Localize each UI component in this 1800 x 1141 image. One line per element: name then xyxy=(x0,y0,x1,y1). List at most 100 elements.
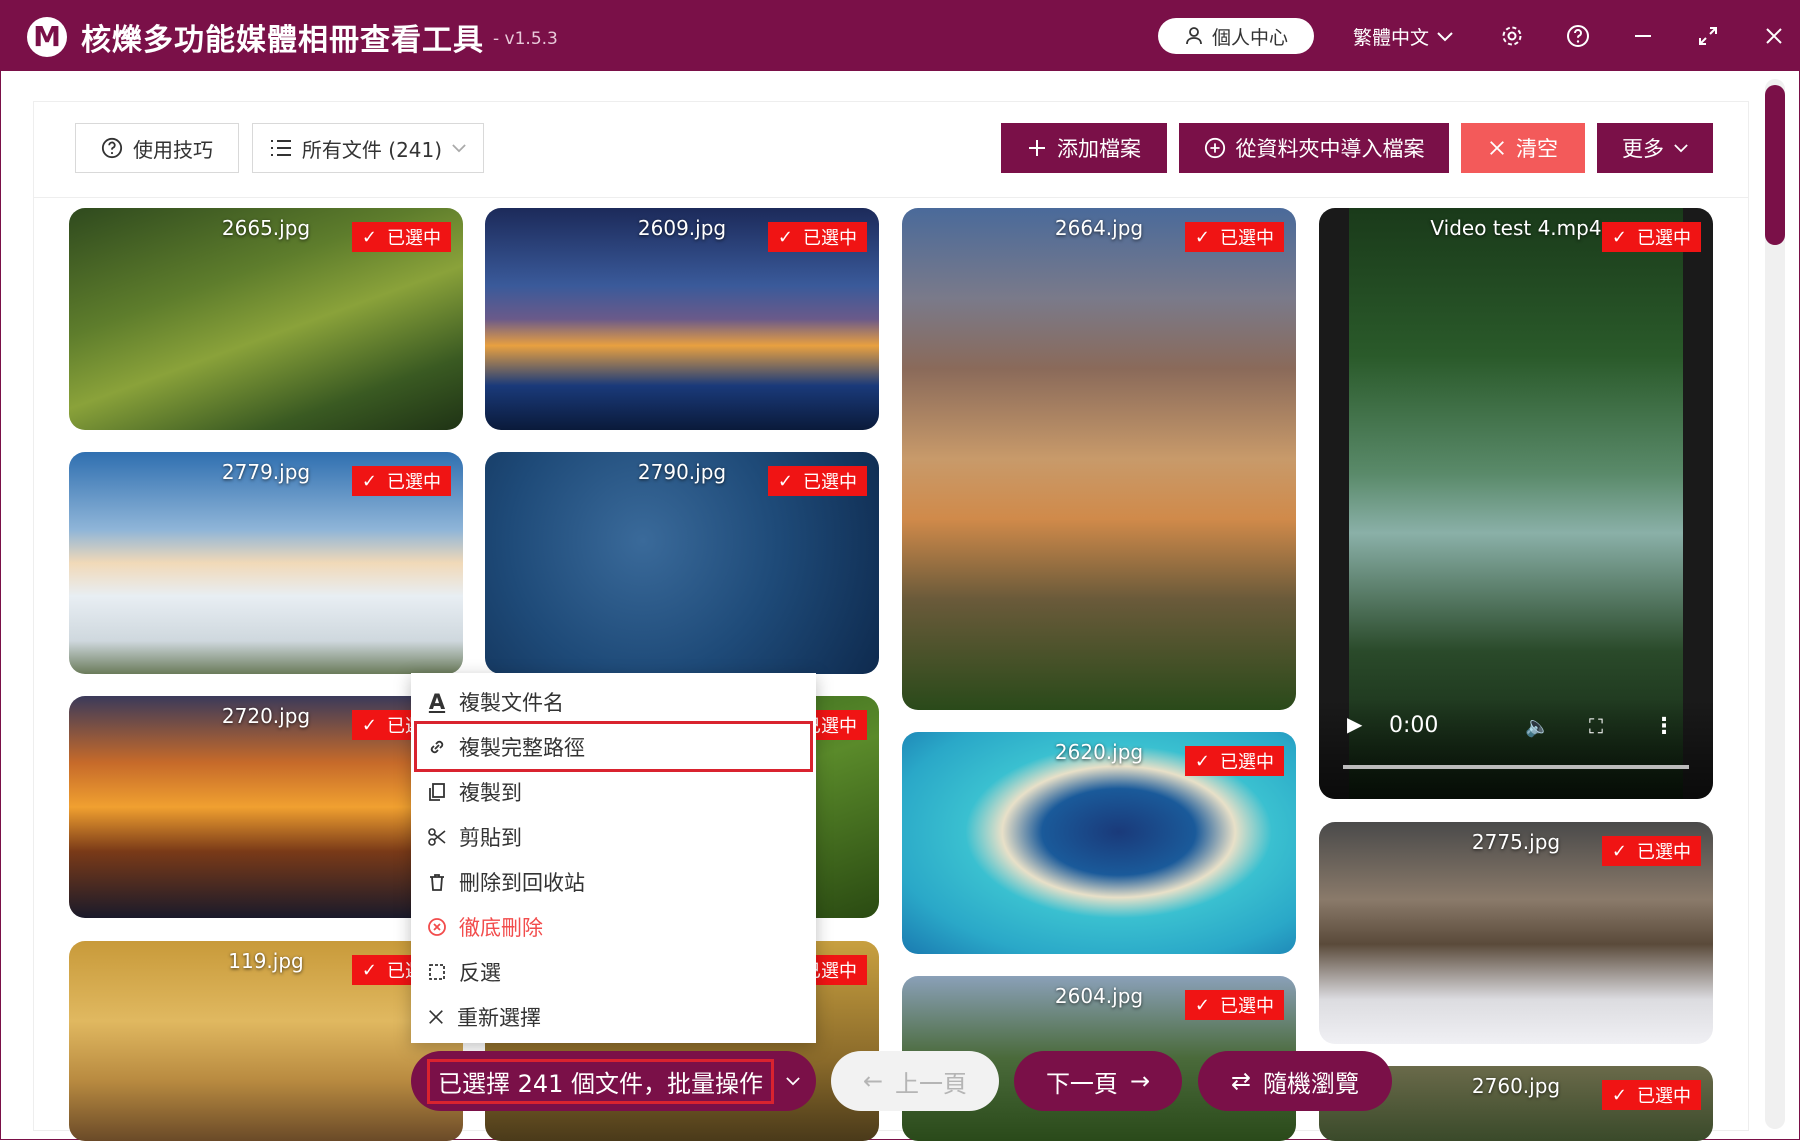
thumbnail-card[interactable]: 2775.jpg ✓ 已選中 xyxy=(1319,822,1713,1044)
expand-icon xyxy=(1699,27,1717,45)
mute-icon[interactable]: 🔈 xyxy=(1525,714,1550,738)
chevron-down-icon xyxy=(1437,31,1453,41)
menu-item-copy-filename[interactable]: A 複製文件名 xyxy=(411,679,816,724)
selected-badge[interactable]: ✓ 已選中 xyxy=(351,222,451,252)
arrow-right-icon: → xyxy=(1129,1067,1151,1095)
plus-icon xyxy=(1029,140,1045,156)
clear-label: 清空 xyxy=(1516,137,1558,161)
add-file-label: 添加檔案 xyxy=(1057,137,1141,161)
menu-item-delete-permanently[interactable]: 徹底刪除 xyxy=(411,904,816,949)
close-window-button[interactable] xyxy=(1759,21,1789,51)
selected-badge[interactable]: ✓ 已選中 xyxy=(1184,990,1284,1020)
check-icon: ✓ xyxy=(361,959,377,981)
selected-badge-label: 已選中 xyxy=(803,472,857,493)
thumbnail-card[interactable]: 119.jpg ✓已選中 xyxy=(69,941,463,1141)
language-label: 繁體中文 xyxy=(1353,27,1430,49)
app-title: 核爍多功能媒體相冊查看工具 xyxy=(81,23,484,58)
menu-item-invert-selection[interactable]: 反選 xyxy=(411,949,816,994)
fullscreen-icon[interactable]: ⛶ xyxy=(1589,714,1603,738)
copy-icon xyxy=(429,782,445,801)
prev-page-button[interactable]: ← 上一頁 xyxy=(831,1051,999,1111)
video-progress-bar[interactable] xyxy=(1343,765,1689,769)
selected-badge[interactable]: ✓ 已選中 xyxy=(1601,836,1701,866)
next-page-label: 下一頁 xyxy=(1045,1069,1118,1098)
link-icon xyxy=(430,740,444,753)
app-logo: M xyxy=(27,17,67,57)
check-icon: ✓ xyxy=(361,226,377,248)
thumbnail-card[interactable]: 2664.jpg ✓ 已選中 xyxy=(902,208,1296,710)
play-button[interactable]: ▶ xyxy=(1347,712,1362,736)
import-folder-label: 從資料夾中導入檔案 xyxy=(1235,137,1425,161)
thumbnail-card[interactable]: 2620.jpg ✓ 已選中 xyxy=(902,732,1296,954)
plus-circle-icon xyxy=(1204,137,1225,159)
help-icon xyxy=(101,137,123,159)
settings-button[interactable] xyxy=(1497,21,1527,51)
check-icon: ✓ xyxy=(1194,226,1210,248)
tips-button[interactable]: 使用技巧 xyxy=(75,123,239,173)
more-label: 更多 xyxy=(1622,137,1664,161)
file-filter-select[interactable]: 所有文件 (241) xyxy=(252,123,484,173)
menu-item-label: 複製完整路徑 xyxy=(459,735,585,760)
selected-badge-label: 已選中 xyxy=(1220,996,1274,1017)
check-icon: ✓ xyxy=(1611,1084,1627,1106)
gear-icon xyxy=(1502,26,1522,46)
batch-context-menu: A 複製文件名 複製完整路徑 複製到 剪貼到 刪除到回收站 徹底刪除 反選 重新… xyxy=(411,673,816,1043)
text-icon: A xyxy=(428,689,446,714)
scrollbar-thumb[interactable] xyxy=(1765,85,1785,245)
batch-operation-button[interactable]: 已選擇 241 個文件，批量操作 xyxy=(411,1051,816,1111)
menu-item-move-to-recycle-bin[interactable]: 刪除到回收站 xyxy=(411,859,816,904)
thumbnail-card[interactable]: 2779.jpg ✓ 已選中 xyxy=(69,452,463,674)
close-icon xyxy=(1490,141,1504,155)
selected-badge[interactable]: ✓ 已選中 xyxy=(767,466,867,496)
more-options-icon[interactable]: ⋮ xyxy=(1653,714,1675,739)
video-time: 0:00 xyxy=(1389,713,1439,738)
chevron-down-icon xyxy=(1674,143,1688,152)
list-icon xyxy=(270,140,291,156)
menu-item-cut-to[interactable]: 剪貼到 xyxy=(411,814,816,859)
tips-label: 使用技巧 xyxy=(133,137,213,162)
batch-operation-highlight: 已選擇 241 個文件，批量操作 xyxy=(426,1058,775,1104)
minimize-button[interactable] xyxy=(1628,21,1658,51)
arrow-left-icon: ← xyxy=(862,1067,884,1095)
selected-badge[interactable]: ✓ 已選中 xyxy=(767,222,867,252)
selected-badge[interactable]: ✓ 已選中 xyxy=(1601,222,1701,252)
thumbnail-card[interactable]: 2720.jpg ✓已選中 xyxy=(69,696,463,918)
maximize-button[interactable] xyxy=(1693,21,1723,51)
menu-item-reselect[interactable]: 重新選擇 xyxy=(411,994,816,1039)
selected-badge-label: 已選中 xyxy=(387,472,441,493)
menu-item-label: 複製文件名 xyxy=(459,690,564,715)
menu-item-label: 重新選擇 xyxy=(457,1005,541,1030)
add-file-button[interactable]: 添加檔案 xyxy=(1001,123,1167,173)
selected-badge[interactable]: ✓ 已選中 xyxy=(351,466,451,496)
more-button[interactable]: 更多 xyxy=(1597,123,1713,173)
selected-badge-label: 已選中 xyxy=(1220,752,1274,773)
random-browse-label: 隨機瀏覽 xyxy=(1263,1069,1360,1098)
close-icon xyxy=(429,1009,443,1024)
menu-item-copy-full-path[interactable]: 複製完整路徑 xyxy=(414,721,813,772)
language-select[interactable]: 繁體中文 xyxy=(1353,23,1453,50)
thumbnail-card[interactable]: 2609.jpg ✓ 已選中 xyxy=(485,208,879,430)
chevron-down-icon xyxy=(452,143,466,152)
thumbnail-card[interactable]: 2790.jpg ✓ 已選中 xyxy=(485,452,879,674)
user-center-button[interactable]: 個人中心 xyxy=(1158,18,1314,54)
video-thumbnail-card[interactable]: Video test 4.mp4 ✓ 已選中 ▶ 0:00 🔈 ⛶ ⋮ xyxy=(1319,208,1713,799)
help-button[interactable] xyxy=(1563,21,1593,51)
thumbnail-card[interactable]: 2665.jpg ✓ 已選中 xyxy=(69,208,463,430)
menu-item-copy-to[interactable]: 複製到 xyxy=(411,769,816,814)
prev-page-label: 上一頁 xyxy=(895,1069,968,1098)
minimize-icon xyxy=(1635,35,1651,37)
next-page-button[interactable]: 下一頁 → xyxy=(1014,1051,1182,1111)
import-folder-button[interactable]: 從資料夾中導入檔案 xyxy=(1179,123,1449,173)
selected-badge[interactable]: ✓ 已選中 xyxy=(1601,1080,1701,1110)
x-circle-icon xyxy=(428,917,446,936)
selected-badge[interactable]: ✓ 已選中 xyxy=(1184,746,1284,776)
clear-button[interactable]: 清空 xyxy=(1461,123,1585,173)
menu-item-label: 徹底刪除 xyxy=(459,915,543,940)
random-browse-button[interactable]: ⇄ 隨機瀏覽 xyxy=(1198,1051,1392,1111)
file-filter-label: 所有文件 (241) xyxy=(301,137,443,162)
menu-item-label: 剪貼到 xyxy=(459,825,522,850)
selected-badge[interactable]: ✓ 已選中 xyxy=(1184,222,1284,252)
check-icon: ✓ xyxy=(1194,750,1210,772)
chevron-down-icon xyxy=(786,1076,800,1085)
check-icon: ✓ xyxy=(361,714,377,736)
